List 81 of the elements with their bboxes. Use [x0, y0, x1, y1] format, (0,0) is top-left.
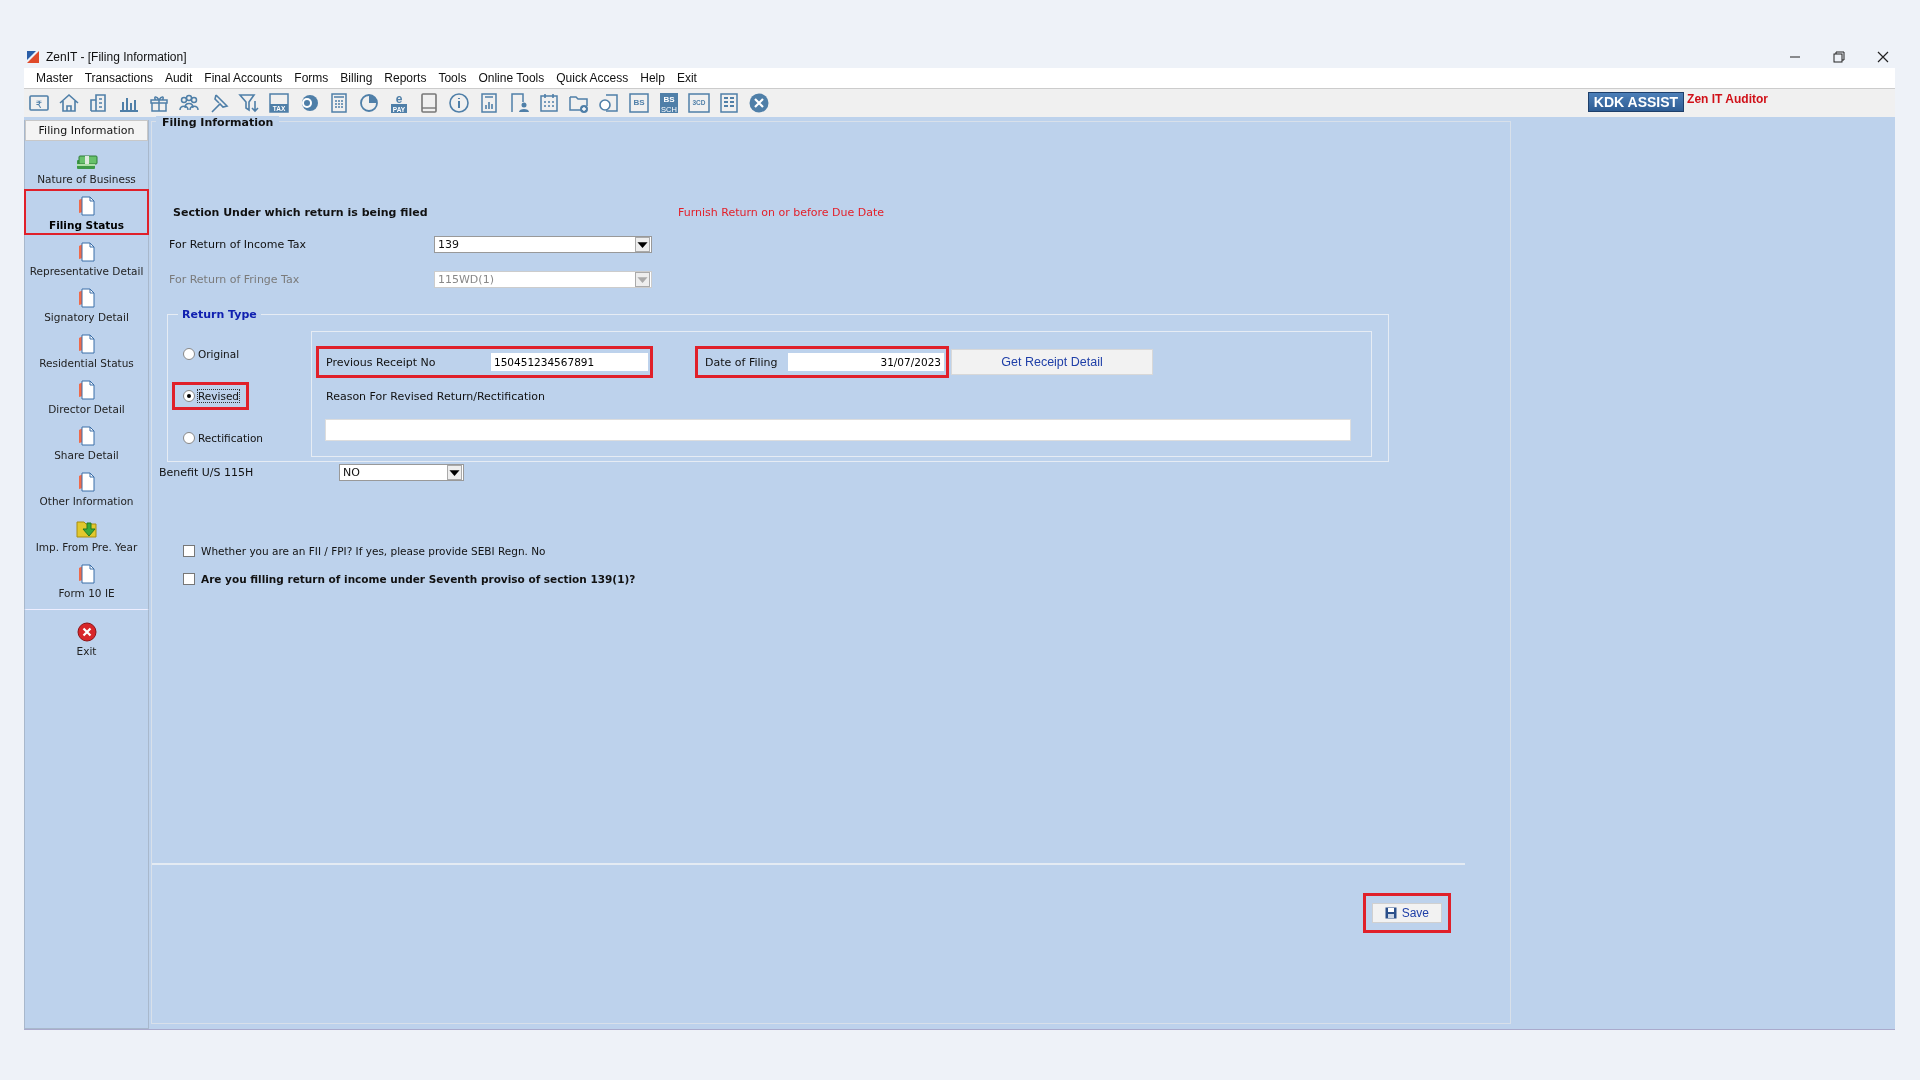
dropdown[interactable]: 139: [434, 236, 652, 253]
caret-icon: [447, 465, 462, 480]
menu-item[interactable]: Forms: [288, 71, 335, 85]
restore-icon[interactable]: [1833, 51, 1845, 63]
product-name: Zen IT Auditor: [1687, 92, 1768, 106]
checkbox[interactable]: [183, 573, 195, 585]
menu-item[interactable]: Final Accounts: [198, 71, 289, 85]
field-label: For Return of Fringe Tax: [168, 273, 301, 286]
document-user-icon[interactable]: [508, 92, 530, 114]
checkbox-label: Whether you are an FII / FPI? If yes, please provide SEBI Regn. No: [201, 545, 546, 557]
caret-icon: [635, 272, 650, 287]
checkbox-label: Are you filling return of income under Seventh proviso of section 139(1)?: [201, 573, 636, 585]
section-heading: Section Under which return is being filed: [172, 206, 429, 219]
brand-badge[interactable]: KDK ASSIST: [1587, 92, 1685, 112]
panel-title: Filing Information: [156, 116, 280, 129]
return-type-group: Return Type Original Revised Rectification Previous Receipt No 150451234567891 Date of Filing 31/07/2023 Get Receipt Detail Reason For Revised Return/Rectification: [167, 308, 1389, 462]
document-icon: [77, 426, 96, 446]
sidebar-item[interactable]: Form 10 IE: [24, 557, 149, 603]
info-icon[interactable]: [448, 92, 470, 114]
sidebar-item[interactable]: Other Information: [24, 465, 149, 511]
exit-icon: [76, 622, 97, 642]
sidebar-item[interactable]: Share Detail: [24, 419, 149, 465]
menu-item[interactable]: Quick Access: [550, 71, 635, 85]
filter-icon[interactable]: [238, 92, 260, 114]
book-icon[interactable]: [418, 92, 440, 114]
close-icon[interactable]: [1877, 51, 1889, 63]
app-logo-icon: [26, 50, 40, 64]
field-label: Previous Receipt No: [326, 355, 437, 369]
menu-item[interactable]: Reports: [378, 71, 433, 85]
banknote-icon[interactable]: ₹: [28, 92, 50, 114]
date-field[interactable]: 31/07/2023: [788, 353, 944, 371]
money-stack-icon: [75, 152, 98, 170]
calendar-icon[interactable]: [538, 92, 560, 114]
document-icon: [77, 288, 96, 308]
field-label: For Return of Income Tax: [168, 238, 307, 251]
save-button[interactable]: Save: [1371, 903, 1442, 923]
document-icon: [77, 472, 96, 492]
folder-arrow-icon: [75, 518, 98, 538]
spreadsheet-icon[interactable]: [718, 92, 740, 114]
field-label: Reason For Revised Return/Rectification: [325, 390, 547, 403]
radio-option[interactable]: Revised: [172, 382, 249, 410]
menu-item[interactable]: Help: [634, 71, 671, 85]
sidebar-item[interactable]: Residential Status: [24, 327, 149, 373]
radio-option[interactable]: Original: [172, 340, 250, 368]
document-icon: [77, 380, 96, 400]
menu-item[interactable]: Exit: [670, 71, 703, 85]
menu-item[interactable]: Audit: [158, 71, 199, 85]
checkbox[interactable]: [183, 545, 195, 557]
report-icon[interactable]: [478, 92, 500, 114]
sidebar-item[interactable]: Representative Detail: [24, 235, 149, 281]
home-icon[interactable]: [58, 92, 80, 114]
pie-chart-icon[interactable]: [358, 92, 380, 114]
balance-sheet-icon[interactable]: BS: [628, 92, 650, 114]
calculator-icon[interactable]: [328, 92, 350, 114]
dropdown[interactable]: NO: [339, 464, 464, 481]
document-icon: [77, 564, 96, 584]
reason-field[interactable]: [325, 419, 1351, 441]
menu-item[interactable]: Transactions: [78, 71, 159, 85]
field-label: Benefit U/S 115H: [159, 466, 255, 479]
radio-option[interactable]: Rectification: [172, 424, 274, 452]
sidebar-item[interactable]: Exit: [24, 609, 149, 661]
window-title: ZenIT - [Filing Information]: [46, 50, 187, 64]
document-icon: [77, 242, 96, 262]
field-label: Date of Filing: [705, 355, 779, 369]
sidebar-item[interactable]: Imp. From Pre. Year: [24, 511, 149, 557]
receipt-number-field[interactable]: 150451234567891: [491, 353, 648, 371]
document-icon: [77, 334, 96, 354]
menu-item[interactable]: Online Tools: [472, 71, 551, 85]
sidebar-tab[interactable]: Filing Information: [25, 120, 148, 141]
document-circle-icon[interactable]: [598, 92, 620, 114]
sidebar-item[interactable]: Nature of Business: [24, 143, 149, 189]
document-icon: [77, 196, 96, 216]
get-receipt-button[interactable]: Get Receipt Detail: [951, 349, 1153, 375]
sidebar-item[interactable]: Signatory Detail: [24, 281, 149, 327]
menu-item[interactable]: Billing: [334, 71, 379, 85]
menu-item[interactable]: Tools: [432, 71, 473, 85]
sidebar-item[interactable]: Filing Status: [24, 189, 149, 235]
menu-item[interactable]: Master: [30, 71, 79, 85]
sidebar-item[interactable]: Director Detail: [24, 373, 149, 419]
due-date-notice: Furnish Return on or before Due Date: [678, 206, 885, 219]
caret-icon: [635, 237, 650, 252]
